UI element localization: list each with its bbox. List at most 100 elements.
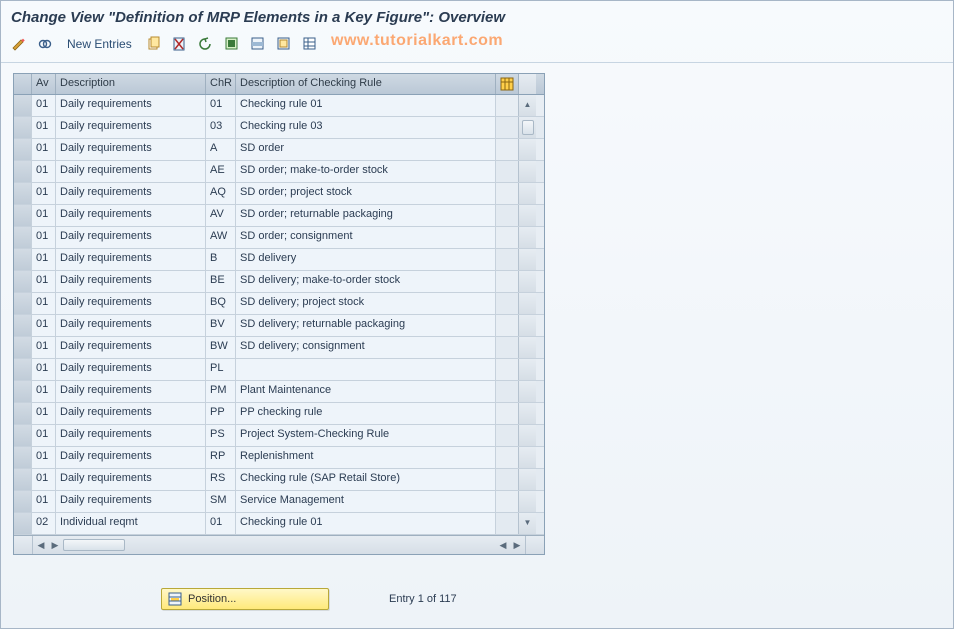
row-selector[interactable] [14,447,32,468]
cell-av[interactable]: 01 [32,337,56,358]
cell-av[interactable]: 01 [32,293,56,314]
cell-chr[interactable]: BW [206,337,236,358]
cell-chr-description[interactable]: Checking rule 03 [236,117,496,138]
row-selector[interactable] [14,139,32,160]
cell-description[interactable]: Daily requirements [56,359,206,380]
cell-av[interactable]: 01 [32,491,56,512]
cell-chr-description[interactable]: SD order; returnable packaging [236,205,496,226]
cell-chr[interactable]: AV [206,205,236,226]
vertical-scrollbar-track[interactable]: ▲ [518,95,536,116]
cell-chr[interactable]: BV [206,315,236,336]
vertical-scrollbar-track[interactable] [518,227,536,248]
cell-chr-description[interactable]: SD delivery; returnable packaging [236,315,496,336]
row-selector[interactable] [14,425,32,446]
toggle-display-change-icon[interactable] [9,34,29,54]
row-selector[interactable] [14,183,32,204]
vertical-scrollbar-track[interactable] [518,447,536,468]
cell-description[interactable]: Daily requirements [56,205,206,226]
cell-av[interactable]: 01 [32,469,56,490]
row-selector[interactable] [14,95,32,116]
cell-chr-description[interactable]: Checking rule (SAP Retail Store) [236,469,496,490]
cell-description[interactable]: Daily requirements [56,447,206,468]
cell-chr[interactable]: PP [206,403,236,424]
cell-av[interactable]: 01 [32,359,56,380]
cell-chr[interactable]: B [206,249,236,270]
cell-av[interactable]: 02 [32,513,56,534]
row-selector[interactable] [14,227,32,248]
hscroll-left2-icon[interactable]: ◀ [497,539,509,551]
cell-av[interactable]: 01 [32,271,56,292]
cell-description[interactable]: Daily requirements [56,249,206,270]
cell-chr[interactable]: 03 [206,117,236,138]
row-selector[interactable] [14,381,32,402]
cell-chr[interactable]: AQ [206,183,236,204]
vertical-scrollbar-track[interactable] [518,337,536,358]
hscroll-right2-icon[interactable]: ▶ [511,539,523,551]
vscroll-up-icon[interactable]: ▲ [522,98,534,110]
vertical-scrollbar-track[interactable]: ▼ [518,513,536,534]
vscroll-thumb[interactable] [522,120,534,135]
cell-description[interactable]: Daily requirements [56,227,206,248]
cell-description[interactable]: Daily requirements [56,271,206,292]
cell-chr-description[interactable]: SD order; consignment [236,227,496,248]
cell-chr[interactable]: A [206,139,236,160]
cell-description[interactable]: Daily requirements [56,161,206,182]
cell-av[interactable]: 01 [32,183,56,204]
column-header-av[interactable]: Av [32,74,56,94]
row-selector[interactable] [14,359,32,380]
cell-av[interactable]: 01 [32,403,56,424]
vertical-scrollbar-track[interactable] [518,403,536,424]
cell-chr-description[interactable]: Checking rule 01 [236,95,496,116]
vscroll-down-icon[interactable]: ▼ [522,516,534,528]
cell-av[interactable]: 01 [32,447,56,468]
delete-icon[interactable] [170,34,190,54]
vertical-scrollbar-track[interactable] [518,381,536,402]
vertical-scrollbar-track[interactable] [518,293,536,314]
cell-description[interactable]: Daily requirements [56,425,206,446]
cell-chr-description[interactable]: Plant Maintenance [236,381,496,402]
hscroll-left-icon[interactable]: ◀ [35,539,47,551]
cell-description[interactable]: Daily requirements [56,403,206,424]
cell-av[interactable]: 01 [32,139,56,160]
cell-chr[interactable]: RP [206,447,236,468]
configure-columns-icon[interactable] [496,74,518,94]
vertical-scrollbar-track[interactable] [518,315,536,336]
table-settings-icon[interactable] [300,34,320,54]
cell-av[interactable]: 01 [32,425,56,446]
undo-change-icon[interactable] [196,34,216,54]
cell-chr-description[interactable]: SD order; make-to-order stock [236,161,496,182]
row-selector[interactable] [14,271,32,292]
vertical-scrollbar-track[interactable] [518,117,536,138]
cell-chr-description[interactable]: PP checking rule [236,403,496,424]
cell-description[interactable]: Individual reqmt [56,513,206,534]
column-header-description[interactable]: Description [56,74,206,94]
row-selector[interactable] [14,117,32,138]
row-selector[interactable] [14,161,32,182]
cell-av[interactable]: 01 [32,315,56,336]
vertical-scrollbar-track[interactable] [518,183,536,204]
hscroll-thumb[interactable] [63,539,125,551]
select-all-icon[interactable] [222,34,242,54]
cell-chr[interactable]: PL [206,359,236,380]
vertical-scrollbar-track[interactable] [518,491,536,512]
cell-description[interactable]: Daily requirements [56,491,206,512]
cell-chr-description[interactable]: Checking rule 01 [236,513,496,534]
cell-chr[interactable]: BQ [206,293,236,314]
cell-av[interactable]: 01 [32,161,56,182]
cell-av[interactable]: 01 [32,117,56,138]
cell-description[interactable]: Daily requirements [56,117,206,138]
cell-chr[interactable]: RS [206,469,236,490]
vertical-scrollbar-track[interactable] [518,359,536,380]
cell-description[interactable]: Daily requirements [56,139,206,160]
vertical-scrollbar-top[interactable] [518,74,536,94]
vertical-scrollbar-track[interactable] [518,425,536,446]
cell-chr[interactable]: AW [206,227,236,248]
cell-chr-description[interactable] [236,359,496,380]
cell-av[interactable]: 01 [32,249,56,270]
cell-chr[interactable]: PM [206,381,236,402]
copy-as-icon[interactable] [144,34,164,54]
new-entries-button[interactable]: New Entries [61,35,138,53]
row-selector[interactable] [14,403,32,424]
cell-chr[interactable]: BE [206,271,236,292]
select-block-icon[interactable] [248,34,268,54]
